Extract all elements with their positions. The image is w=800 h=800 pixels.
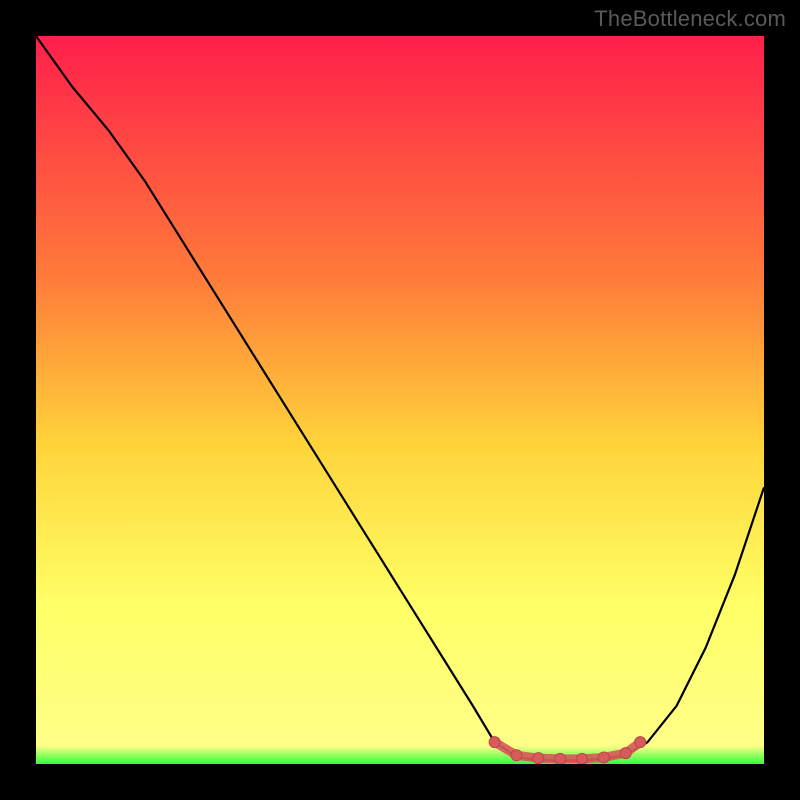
marker-dot [489, 737, 500, 748]
marker-dot [635, 737, 646, 748]
gradient-background [36, 36, 764, 764]
chart-container: TheBottleneck.com [0, 0, 800, 800]
chart-svg [36, 36, 764, 764]
marker-dot [511, 750, 522, 761]
marker-dot [533, 753, 544, 764]
attribution-label: TheBottleneck.com [594, 6, 786, 32]
plot-area [36, 36, 764, 764]
marker-dot [555, 753, 566, 764]
marker-dot [598, 752, 609, 763]
marker-dot [577, 753, 588, 764]
marker-dot [620, 748, 631, 759]
